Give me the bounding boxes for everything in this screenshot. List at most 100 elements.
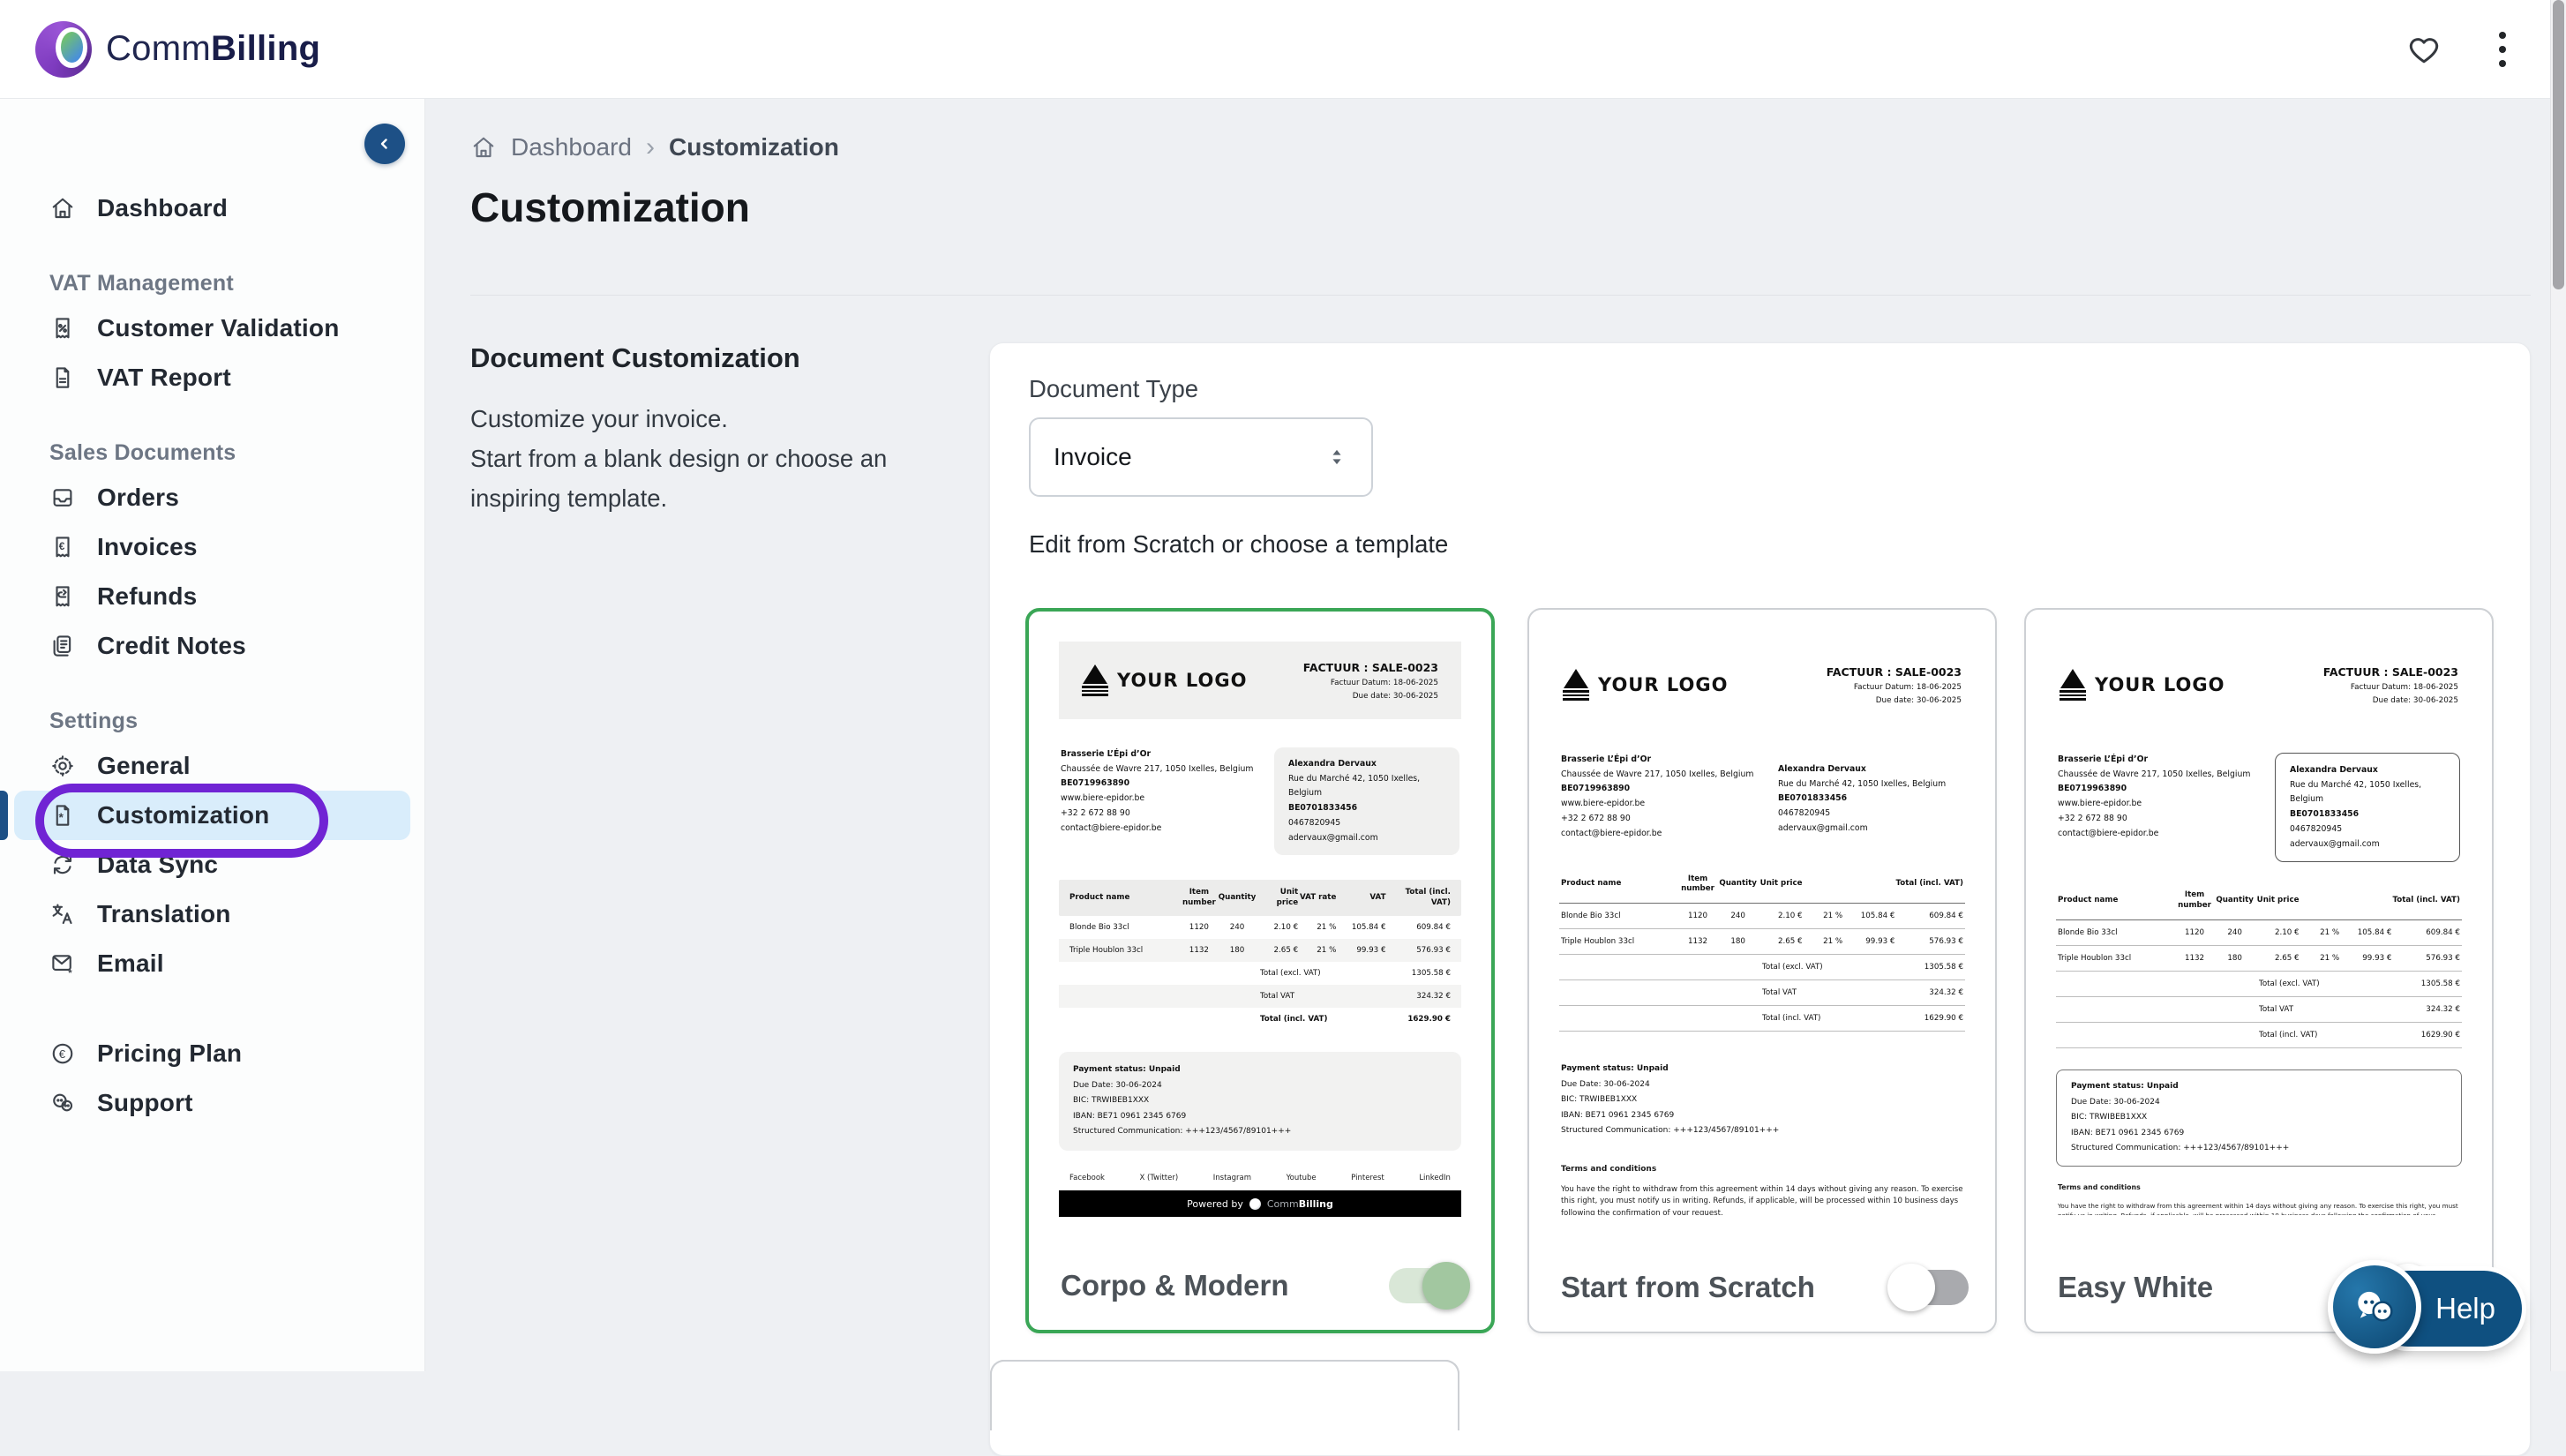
column-header: Total (incl. VAT): [2391, 896, 2460, 905]
totals-row: Total (excl. VAT)1305.58 €: [1559, 955, 1965, 980]
column-header: Item number: [1180, 888, 1218, 908]
payment-line: Due Date: 30-06-2024: [2071, 1095, 2447, 1111]
totals-label: Total (incl. VAT): [2259, 1031, 2391, 1039]
sidebar-item-label: Credit Notes: [97, 632, 246, 660]
sidebar-item-invoices[interactable]: €Invoices: [14, 522, 410, 572]
sidebar-section: SettingsGeneral*CustomizationData SyncTr…: [14, 701, 410, 988]
table-cell: Triple Houblon 33cl: [2058, 954, 2174, 963]
heart-icon[interactable]: [2405, 31, 2442, 68]
invoice-social-links: FacebookX (Twitter)InstagramYoutubePinte…: [1059, 1174, 1461, 1190]
column-header: Unit price: [1257, 888, 1299, 908]
invoice-totals: Total (excl. VAT)1305.58 €Total VAT324.3…: [1559, 955, 1965, 1032]
intro-section: Document Customization Customize your in…: [470, 342, 982, 518]
invoice-table-body: Blonde Bio 33cl11202402.10 €21 %105.84 €…: [1059, 916, 1461, 962]
column-header: Quantity: [1218, 893, 1256, 903]
sidebar-item-customer-validation[interactable]: Customer Validation: [14, 304, 410, 353]
invoice-doc-due: Due date: 30-06-2025: [1303, 692, 1438, 701]
buyer-line: BE0701833456: [1288, 801, 1445, 816]
seller-line: contact@biere-epidor.be: [1561, 827, 1753, 842]
scrollbar[interactable]: [2550, 0, 2566, 1371]
seller-line: Brasserie L’Épi d’Or: [1061, 747, 1253, 762]
help-chat-icon[interactable]: [2328, 1260, 2421, 1354]
doc-star-icon: *: [49, 802, 76, 829]
sidebar-item-orders[interactable]: Orders: [14, 473, 410, 522]
topbar: CommBilling: [0, 0, 2566, 99]
column-header: VAT rate: [1298, 893, 1336, 903]
sidebar-item-data-sync[interactable]: Data Sync: [14, 840, 410, 889]
totals-value: 324.32 €: [1386, 992, 1451, 1001]
invoice-doc-date: Factuur Datum: 18-06-2025: [2323, 683, 2458, 692]
totals-label: Total VAT: [2259, 1005, 2391, 1014]
payment-line: Structured Communication: +++123/4567/89…: [1561, 1123, 1963, 1139]
table-cell: 1132: [1180, 946, 1218, 955]
invoice-seller: Brasserie L’Épi d’OrChaussée de Wavre 21…: [2058, 753, 2250, 862]
breadcrumb-dashboard-link[interactable]: Dashboard: [511, 133, 632, 161]
sidebar-collapse-button[interactable]: [364, 124, 405, 164]
buyer-line: 0467820945: [1288, 816, 1445, 831]
table-cell: 2.10 €: [1758, 912, 1802, 920]
table-cell: 21 %: [1803, 912, 1843, 920]
table-row: Blonde Bio 33cl11202402.10 €21 %105.84 €…: [1059, 916, 1461, 939]
invoice-header: YOUR LOGOFACTUUR : SALE-0023Factuur Datu…: [1059, 642, 1461, 719]
home-icon: [49, 195, 76, 221]
buyer-line: Alexandra Dervaux: [1288, 757, 1445, 772]
table-cell: 2.10 €: [1257, 923, 1299, 932]
template-card-start-from-scratch[interactable]: YOUR LOGOFACTUUR : SALE-0023Factuur Datu…: [1527, 608, 1997, 1333]
receipt-euro-icon: €: [49, 534, 76, 560]
invoice-terms: Terms and conditionsYou have the right t…: [1559, 1164, 1965, 1215]
sidebar-item-general[interactable]: General: [14, 741, 410, 791]
intro-line: Start from a blank design or choose an: [470, 439, 982, 478]
svg-text:*: *: [59, 811, 64, 824]
template-toggle[interactable]: [1893, 1270, 1969, 1305]
sidebar-nav: DashboardVAT ManagementCustomer Validati…: [0, 99, 424, 1128]
powered-by-text: Powered by: [1187, 1198, 1243, 1210]
sidebar-item-pricing-plan[interactable]: €Pricing Plan: [14, 1029, 410, 1078]
buyer-line: Rue du Marché 42, 1050 Ixelles, Belgium: [2290, 778, 2445, 807]
invoice-doc-meta: FACTUUR : SALE-0023Factuur Datum: 18-06-…: [1827, 665, 1962, 705]
table-cell: Triple Houblon 33cl: [1069, 946, 1180, 955]
sidebar-item-credit-notes[interactable]: Credit Notes: [14, 621, 410, 671]
invoice-totals: Total (excl. VAT)1305.58 €Total VAT324.3…: [2056, 972, 2462, 1048]
scrollbar-thumb[interactable]: [2553, 0, 2564, 289]
buyer-line: adervaux@gmail.com: [1288, 831, 1445, 846]
toggle-knob: [1422, 1262, 1470, 1310]
payment-line: Structured Communication: +++123/4567/89…: [2071, 1141, 2447, 1157]
svg-text:*: *: [68, 968, 72, 977]
table-cell: 99.93 €: [2339, 954, 2391, 963]
social-linkedin: LinkedIn: [1419, 1174, 1451, 1182]
sidebar-item-vat-report[interactable]: VAT Report: [14, 353, 410, 402]
table-cell: 99.93 €: [1336, 946, 1385, 955]
kebab-menu-icon[interactable]: [2497, 31, 2508, 68]
payment-line: Due Date: 30-06-2024: [1073, 1078, 1447, 1094]
invoice-parties: Brasserie L’Épi d’OrChaussée de Wavre 21…: [2056, 753, 2462, 862]
buyer-line: 0467820945: [2290, 822, 2445, 837]
document-type-select[interactable]: Invoice: [1029, 417, 1373, 497]
invoice-terms: Terms and conditionsYou have the right t…: [2056, 1182, 2462, 1215]
sidebar-item-support[interactable]: Support: [14, 1078, 410, 1128]
seller-line: www.biere-epidor.be: [1561, 797, 1753, 812]
template-toggle[interactable]: [1389, 1268, 1465, 1303]
template-card-easy-white[interactable]: YOUR LOGOFACTUUR : SALE-0023Factuur Datu…: [2024, 608, 2494, 1333]
sidebar-item-email[interactable]: *Email: [14, 939, 410, 988]
totals-label: Total (incl. VAT): [1762, 1014, 1894, 1023]
select-arrows-icon: [1325, 446, 1348, 469]
seller-line: Brasserie L’Épi d’Or: [2058, 753, 2250, 768]
table-cell: Blonde Bio 33cl: [1069, 923, 1180, 932]
table-cell: 2.65 €: [1758, 937, 1802, 946]
sidebar-item-dashboard[interactable]: Dashboard: [14, 184, 410, 233]
sidebar-item-translation[interactable]: Translation: [14, 889, 410, 939]
totals-value: 1629.90 €: [2391, 1031, 2460, 1039]
sidebar-item-label: Support: [97, 1089, 193, 1117]
seller-line: BE0719963890: [1061, 777, 1253, 792]
invoice-table-header: Product nameItem numberQuantityUnit pric…: [1059, 880, 1461, 916]
table-cell: 1132: [2174, 954, 2215, 963]
table-cell: 1120: [2174, 928, 2215, 937]
sidebar-item-refunds[interactable]: Refunds: [14, 572, 410, 621]
buyer-line: Rue du Marché 42, 1050 Ixelles, Belgium: [1288, 772, 1445, 801]
buyer-line: BE0701833456: [1778, 792, 1963, 807]
template-card-corpo-modern[interactable]: YOUR LOGOFACTUUR : SALE-0023Factuur Datu…: [1025, 608, 1495, 1333]
buyer-line: Alexandra Dervaux: [1778, 762, 1963, 777]
payment-line: BIC: TRWIBEB1XXX: [1073, 1093, 1447, 1109]
page-title: Customization: [470, 184, 750, 231]
sidebar-item-customization[interactable]: *Customization: [14, 791, 410, 840]
